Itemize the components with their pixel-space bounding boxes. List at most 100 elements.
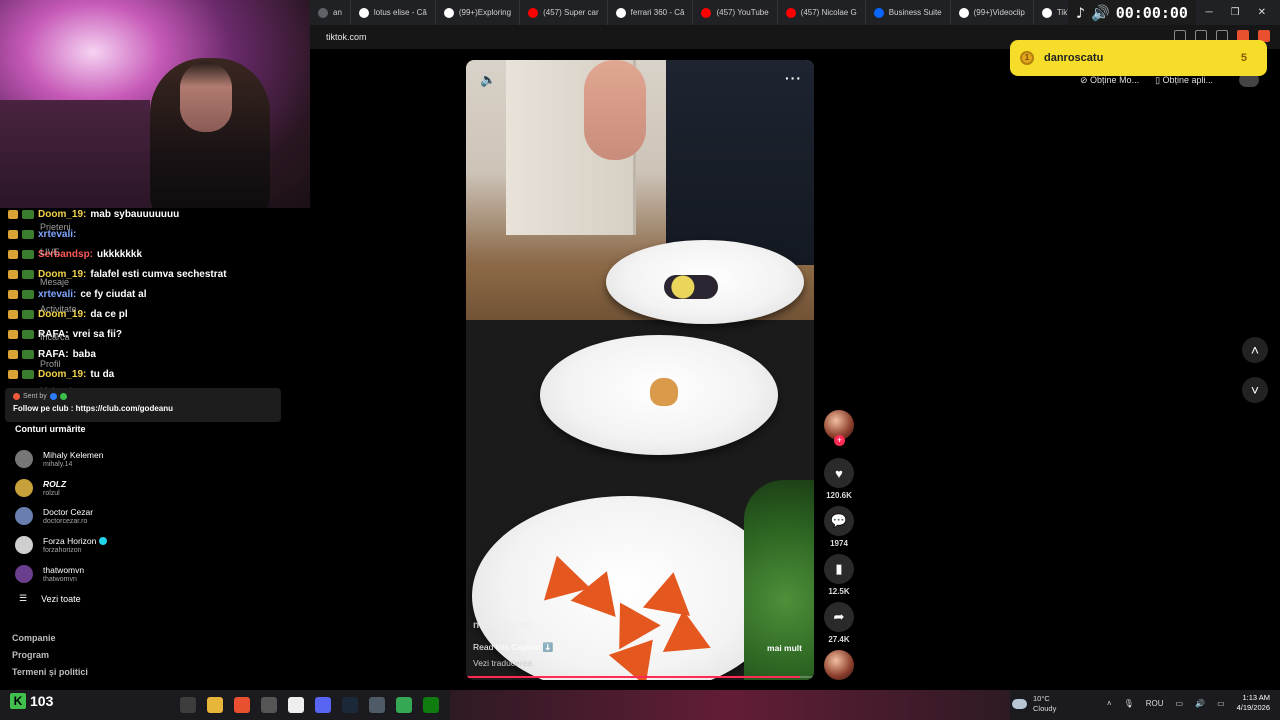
like-button[interactable]: ♥	[824, 458, 854, 488]
more-options-icon[interactable]: ···	[785, 70, 802, 86]
like-count: 120.6K	[826, 491, 852, 500]
author-avatar[interactable]: +	[824, 410, 854, 446]
volume-icon[interactable]: 🔈	[480, 72, 496, 88]
following-item[interactable]: ROLZ rolzul	[15, 474, 275, 503]
sidebar-menu-item[interactable]: Activitate	[40, 304, 77, 314]
chat-username: Doom_19:	[38, 208, 87, 220]
url-text[interactable]: tiktok.com	[326, 32, 367, 42]
file-explorer-icon[interactable]	[207, 697, 223, 713]
video-progress-bar[interactable]	[466, 676, 814, 678]
following-item[interactable]: Mihaly Kelemen mihaly.14	[15, 445, 275, 474]
minimize-icon[interactable]: ─	[1206, 7, 1213, 18]
weather-widget[interactable]: 10°C Cloudy	[1012, 694, 1056, 714]
subscriber-badge-icon	[8, 249, 18, 259]
get-app-link[interactable]: ▯ Obține apli...	[1155, 75, 1213, 86]
language-indicator[interactable]: ROU	[1146, 699, 1164, 708]
sidebar-menu-item[interactable]: Prieteni	[40, 222, 71, 232]
chrome-icon[interactable]	[396, 697, 412, 713]
browser-tab[interactable]: (457) Super car	[520, 0, 608, 25]
video-author[interactable]: nursejahmel	[473, 620, 532, 631]
sidebar-menu-item[interactable]: Încărca	[40, 332, 70, 342]
mic-icon[interactable]: 🎙	[1124, 699, 1134, 708]
sidebar-menu-item[interactable]: Mesaje	[40, 277, 69, 287]
chat-text: tu da	[90, 368, 115, 380]
discord-icon[interactable]	[315, 697, 331, 713]
avatar[interactable]	[15, 507, 33, 526]
speaker-icon[interactable]: 🔊	[1195, 699, 1205, 708]
avatar[interactable]	[15, 450, 33, 469]
food-item-dark	[664, 275, 718, 299]
video-player[interactable]: 🔈 ··· nursejahmel Read this Caption ⬇️ .…	[466, 60, 814, 680]
browser-tab-label[interactable]: ferrari 360 - Că	[631, 8, 685, 17]
follow-plus-icon[interactable]: +	[834, 435, 845, 446]
window-controls: ─ ❐ ✕	[1206, 0, 1280, 25]
comment-icon: 💬	[830, 513, 848, 528]
avatar[interactable]	[15, 478, 33, 497]
obs-icon[interactable]	[369, 697, 385, 713]
battery-icon[interactable]: ▭	[1217, 699, 1225, 708]
sidebar-menu-item[interactable]: Profil	[40, 359, 61, 369]
verified-badge-icon	[99, 537, 108, 546]
footer-link[interactable]: Program	[12, 650, 88, 667]
translate-link[interactable]: Vezi traducerea	[473, 658, 532, 668]
caption-more-button[interactable]: mai mult	[767, 643, 802, 653]
following-name[interactable]: Mihaly Kelemen	[43, 450, 103, 460]
video-caption: Read this Caption ⬇️ ...	[473, 642, 563, 652]
browser-tab-label[interactable]: (99+)Exploring	[459, 8, 511, 17]
get-coins-link[interactable]: ⊘ Obține Mo...	[1080, 75, 1139, 86]
browser-tab[interactable]: (99+)Exploring	[436, 0, 521, 25]
browser-tab[interactable]: Business Suite	[866, 0, 951, 25]
browser-tab-label[interactable]: (99+)Videoclip	[974, 8, 1025, 17]
browser-tab-label[interactable]: (457) YouTube	[716, 8, 768, 17]
steam-icon[interactable]	[342, 697, 358, 713]
club-text: Follow pe club : https://club.com/godean…	[13, 404, 173, 413]
clock[interactable]: 1:13 AM 4/19/2026	[1237, 693, 1270, 713]
xbox-icon[interactable]	[423, 697, 439, 713]
footer-link[interactable]: Companie	[12, 633, 88, 650]
previous-video-button[interactable]: ˄	[1242, 337, 1268, 363]
tiktok-icon: ♪	[1076, 3, 1086, 22]
browser-tab[interactable]: (99+)Videoclip	[951, 0, 1034, 25]
save-button[interactable]: ▮	[824, 554, 854, 584]
chat-badge-icon	[22, 249, 34, 259]
see-all-label[interactable]: Vezi toate	[41, 594, 81, 604]
calculator-icon[interactable]	[288, 697, 304, 713]
avatar[interactable]	[15, 564, 33, 583]
browser-tab[interactable]: ferrari 360 - Că	[608, 0, 694, 25]
share-button[interactable]: ➦	[824, 602, 854, 632]
network-icon[interactable]: ▭	[1176, 699, 1184, 708]
sidebar-menu-item[interactable]: LIVE	[40, 247, 60, 257]
following-name[interactable]: Doctor Cezar	[43, 507, 93, 517]
settings-icon[interactable]	[261, 697, 277, 713]
browser-tab-label[interactable]: Business Suite	[889, 8, 942, 17]
browser-tab[interactable]: (457) YouTube	[693, 0, 778, 25]
brave-browser-icon[interactable]	[234, 697, 250, 713]
following-name[interactable]: ROLZ	[43, 479, 66, 489]
get-coins-label[interactable]: Obține Mo...	[1090, 75, 1139, 85]
following-name[interactable]: thatwomvn	[43, 565, 84, 575]
browser-tab[interactable]: lotus elise - Că	[351, 0, 436, 25]
footer-link[interactable]: Termeni și politici	[12, 667, 88, 684]
sound-disc[interactable]	[824, 650, 854, 680]
maximize-icon[interactable]: ❐	[1231, 7, 1240, 18]
browser-tab[interactable]: (457) Nicolae G	[778, 0, 866, 25]
get-app-label[interactable]: Obține apli...	[1163, 75, 1214, 85]
browser-tab-label[interactable]: lotus elise - Că	[374, 8, 427, 17]
avatar[interactable]	[15, 536, 33, 555]
tray-chevron-icon[interactable]: ˄	[1107, 699, 1112, 708]
following-item[interactable]: Forza Horizon forzahorizon	[15, 531, 275, 560]
browser-tab-label[interactable]: (457) Nicolae G	[801, 8, 857, 17]
next-video-button[interactable]: ˅	[1242, 377, 1268, 403]
following-handle: doctorcezar.ro	[43, 518, 88, 526]
chat-badge-icon	[22, 349, 34, 359]
task-view-icon[interactable]	[180, 697, 196, 713]
browser-tab[interactable]: an	[310, 0, 351, 25]
see-all-link[interactable]: ☰ Vezi toate	[19, 593, 81, 604]
following-item[interactable]: thatwomvn thatwomvn	[15, 559, 275, 588]
close-icon[interactable]: ✕	[1258, 7, 1266, 18]
browser-tab-label[interactable]: (457) Super car	[543, 8, 599, 17]
browser-tab-label[interactable]: an	[333, 8, 342, 17]
comment-button[interactable]: 💬	[824, 506, 854, 536]
following-name[interactable]: Forza Horizon	[43, 536, 96, 546]
following-item[interactable]: Doctor Cezar doctorcezar.ro	[15, 502, 275, 531]
